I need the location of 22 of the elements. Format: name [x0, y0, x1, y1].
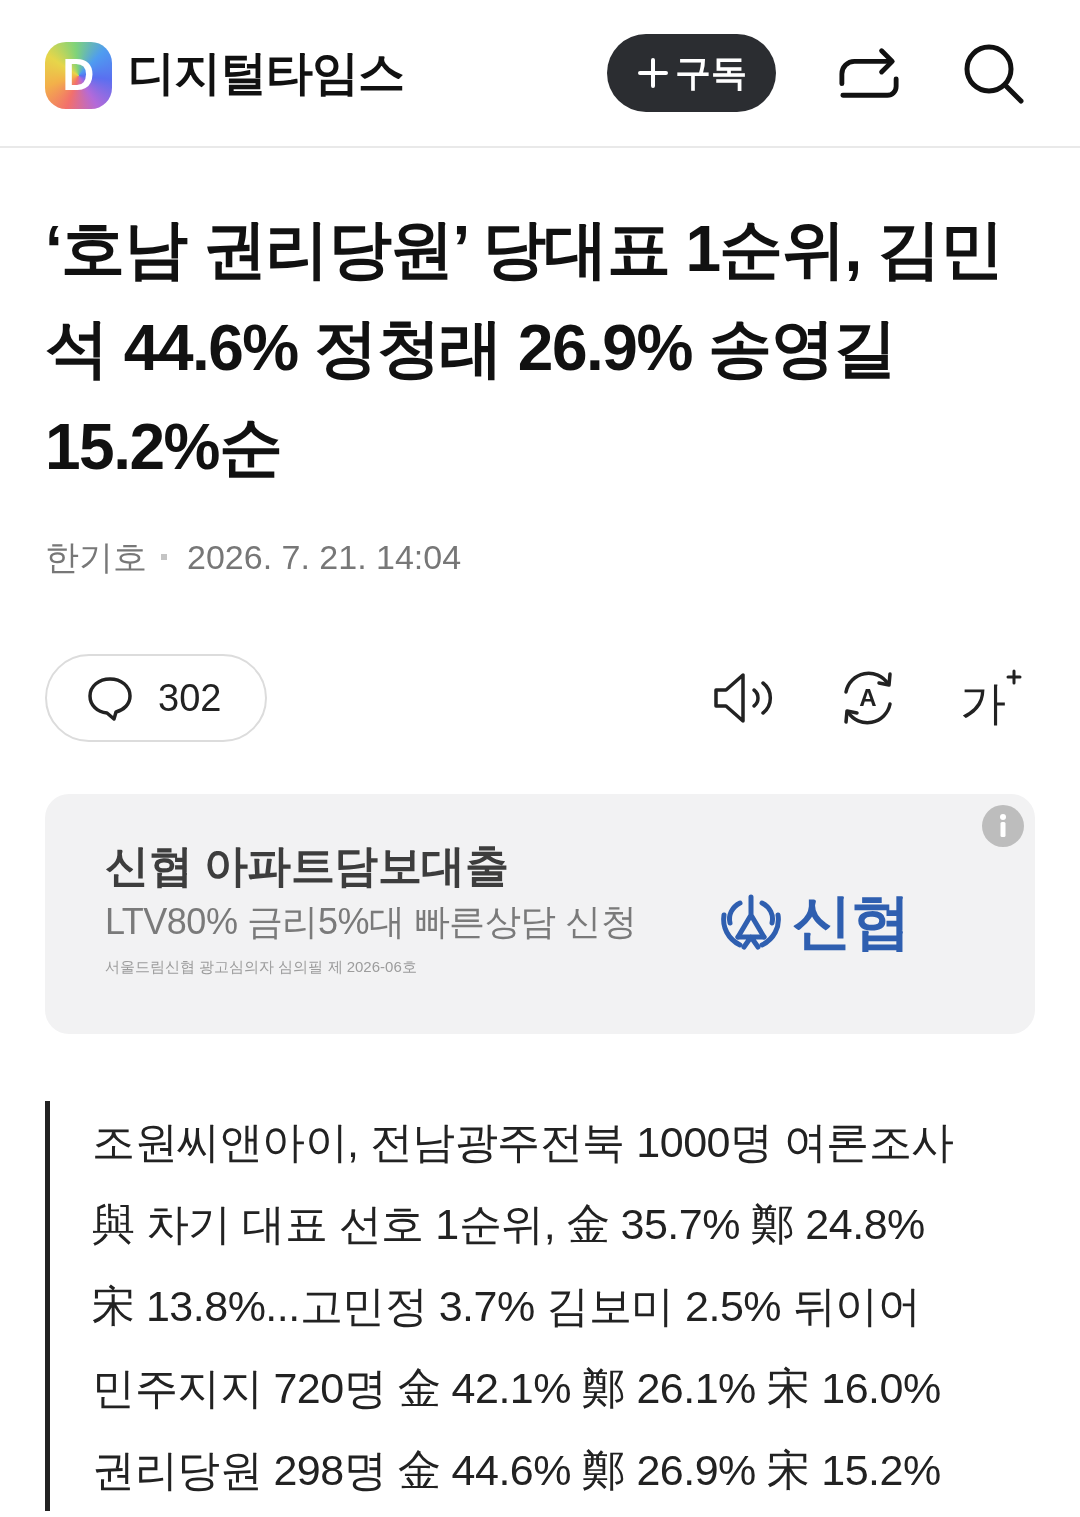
speech-bubble-icon — [87, 675, 133, 721]
ad-subtitle: LTV80% 금리5%대 빠른상담 신청 — [105, 900, 637, 944]
publish-date: 2026. 7. 21. 14:04 — [187, 537, 462, 577]
comment-button[interactable]: 302 — [45, 654, 267, 742]
summary-line: 조원씨앤아이, 전남광주전북 1000명 여론조사 — [92, 1117, 955, 1168]
ad-disclaimer: 서울드림신협 광고심의자 심의필 제 2026-06호 — [105, 957, 418, 977]
ad-brand-name: 신협 — [792, 889, 910, 955]
plus-icon — [636, 57, 669, 89]
subscribe-button[interactable]: 구독 — [607, 34, 776, 112]
translate-button[interactable]: A — [838, 667, 898, 729]
summary-line: 宋 13.8%...고민정 3.7% 김보미 2.5% 뒤이어 — [92, 1281, 922, 1332]
search-icon[interactable] — [962, 42, 1024, 104]
plus-icon — [1006, 669, 1022, 685]
ad-title: 신협 아파트담보대출 — [105, 840, 510, 892]
article-headline: ‘호남 권리당원’ 당대표 1순위, 김민석 44.6% 정청래 26.9% 송영길 15.2%순 — [45, 212, 1004, 485]
font-size-button[interactable]: 가 — [960, 667, 1022, 729]
author-name: 한기호 — [45, 537, 147, 577]
ad-banner[interactable]: 신협 아파트담보대출 LTV80% 금리5%대 빠른상담 신청 서울드림신협 광고심의자 심의필 제 2026-06호 신협 — [45, 794, 1035, 1034]
summary-line: 권리당원 298명 金 44.6% 鄭 26.9% 宋 15.2% — [92, 1445, 942, 1496]
summary-line: 민주지지 720명 金 42.1% 鄭 26.1% 宋 16.0% — [92, 1363, 942, 1414]
summary-line: 與 차기 대표 선호 1순위, 金 35.7% 鄭 24.8% — [92, 1199, 926, 1250]
site-name: 디지털타임스 — [128, 44, 404, 101]
